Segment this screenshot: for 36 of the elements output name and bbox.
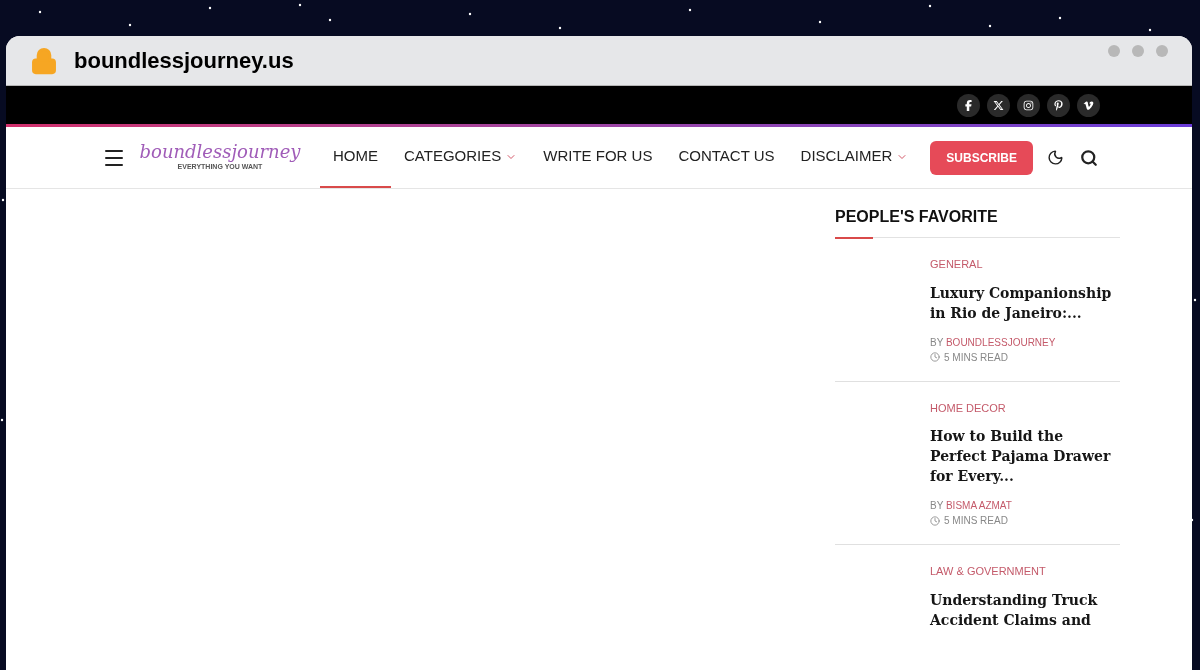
facebook-icon bbox=[963, 99, 974, 111]
clock-icon bbox=[930, 515, 940, 526]
nav-link[interactable]: CATEGORIES bbox=[391, 127, 531, 188]
search-icon[interactable] bbox=[1080, 148, 1098, 167]
read-time: 5 MINS READ bbox=[944, 514, 1008, 528]
lock-icon bbox=[30, 46, 58, 75]
clock-icon bbox=[930, 352, 940, 362]
nav-link[interactable]: HOME bbox=[320, 127, 391, 188]
author-link[interactable]: BOUNDLESSJOURNEY bbox=[945, 336, 1056, 348]
nav-link[interactable]: DISCLAIMER bbox=[787, 127, 922, 188]
author-link[interactable]: BISMA AZMAT bbox=[945, 500, 1012, 511]
url-text[interactable]: boundlessjourney.us bbox=[74, 44, 294, 77]
vimeo-icon bbox=[1083, 99, 1094, 111]
instagram-icon bbox=[1023, 99, 1034, 111]
pinterest-link[interactable] bbox=[1047, 93, 1070, 117]
post-title[interactable]: How to Build the Perfect Pajama Drawer for Every... bbox=[930, 426, 1120, 486]
x-logo-icon bbox=[993, 99, 1004, 111]
byline-prefix: BY bbox=[930, 336, 945, 348]
post-title[interactable]: Understanding Truck Accident Claims and bbox=[930, 589, 1120, 630]
pinterest-icon bbox=[1053, 99, 1064, 111]
instagram-link[interactable] bbox=[1017, 93, 1040, 117]
nav-link[interactable]: WRITE FOR US bbox=[530, 127, 666, 188]
logo-text[interactable]: boundlessjourney bbox=[139, 142, 301, 163]
post-category[interactable]: GENERAL bbox=[930, 256, 1120, 273]
post-category[interactable]: LAW & GOVERNMENT bbox=[930, 563, 1120, 580]
post-category[interactable]: HOME DECOR bbox=[930, 399, 1120, 416]
dark-mode-icon[interactable] bbox=[1047, 149, 1064, 166]
sidebar-title: PEOPLE'S FAVORITE bbox=[835, 208, 998, 225]
vimeo-link[interactable] bbox=[1077, 93, 1100, 117]
nav-link[interactable]: CONTACT US bbox=[665, 127, 788, 188]
x-logo-link[interactable] bbox=[987, 93, 1010, 117]
facebook-link[interactable] bbox=[957, 93, 980, 117]
byline-prefix: BY bbox=[930, 500, 945, 511]
subscribe-button[interactable]: SUBSCRIBE bbox=[930, 140, 1033, 175]
post-title[interactable]: Luxury Companionship in Rio de Janeiro:... bbox=[930, 282, 1120, 323]
read-time: 5 MINS READ bbox=[944, 350, 1008, 365]
